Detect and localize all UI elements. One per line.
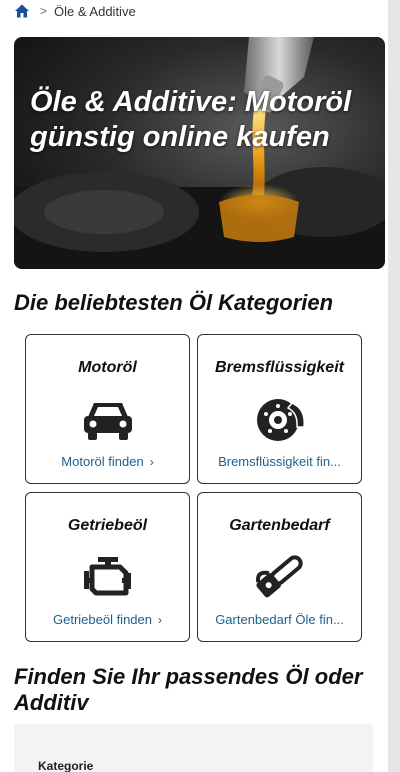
category-card-gartenbedarf[interactable]: Gartenbedarf Gartenbedarf Öle fin... [197,492,362,642]
category-title: Gartenbedarf [229,517,330,534]
chainsaw-icon [254,553,306,601]
car-icon [82,395,134,443]
oil-finder-filter: Kategorie [14,724,373,772]
category-title: Getriebeöl [67,517,148,534]
category-card-getriebeoel[interactable]: Getriebeöl Getriebeöl finden › [25,492,190,642]
category-link[interactable]: Gartenbedarf Öle fin... [206,612,353,627]
chevron-right-icon: › [149,455,154,469]
breadcrumb: > Öle & Additive [14,2,136,20]
categories-heading: Die beliebtesten Öl Kategorien [14,290,334,315]
finder-heading: Finden Sie Ihr passendes Öl oder Additiv [14,664,363,715]
category-card-motoroel[interactable]: Motoröl Motoröl finden › [25,334,190,484]
chevron-right-icon: › [158,613,162,627]
breadcrumb-current: Öle & Additive [54,3,136,19]
category-link[interactable]: Motoröl finden › [34,454,181,469]
hero-banner: Öle & Additive: Motoröl günstig online k… [14,37,385,269]
engine-icon [82,553,134,601]
filter-label-kategorie: Kategorie [38,759,94,772]
scrollbar[interactable] [388,0,400,772]
category-title: Motoröl [78,359,137,376]
brake-disc-icon [254,395,306,443]
hero-title: Öle & Additive: Motoröl günstig online k… [30,86,352,153]
home-icon[interactable] [14,3,30,19]
category-title: Bremsflüssigkeit [215,359,344,376]
category-link[interactable]: Bremsflüssigkeit fin... [206,454,353,469]
breadcrumb-separator: > [40,4,48,18]
category-link[interactable]: Getriebeöl finden › [34,612,181,627]
page: > Öle & Additive Öle & Additive: Motoröl… [0,0,388,772]
category-card-bremsfluessigkeit[interactable]: Bremsflüssigkeit Bremsflüssigkeit fin... [197,334,362,484]
